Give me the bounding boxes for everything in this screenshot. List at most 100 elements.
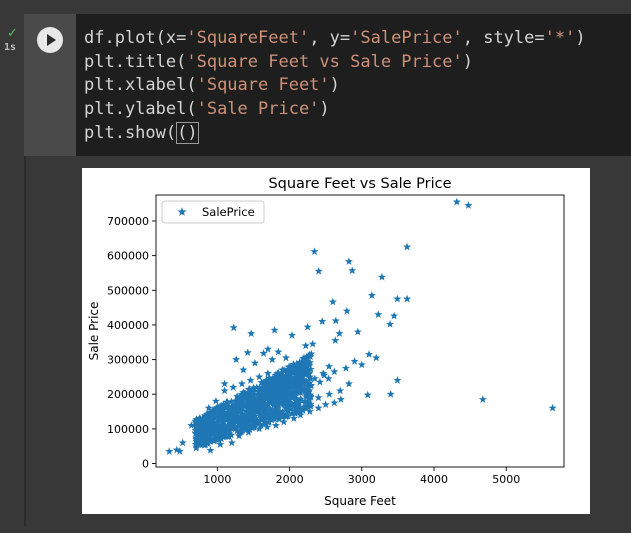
data-point bbox=[344, 379, 353, 388]
code-line: df.plot(x='SquareFeet', y='SalePrice', s… bbox=[84, 28, 586, 51]
play-icon bbox=[47, 34, 56, 46]
y-tick-label: 700000 bbox=[107, 215, 149, 228]
data-point bbox=[342, 306, 351, 315]
data-point bbox=[263, 369, 272, 377]
data-point bbox=[350, 357, 359, 365]
code-token: plt.title( bbox=[84, 51, 187, 72]
data-point bbox=[363, 390, 372, 399]
execution-time: 1s bbox=[4, 42, 17, 53]
data-point bbox=[331, 336, 340, 344]
data-point bbox=[220, 386, 229, 395]
y-axis-label: Sale Price bbox=[87, 302, 101, 361]
data-point bbox=[390, 311, 399, 320]
check-icon: ✓ bbox=[7, 26, 18, 41]
legend-label: SalePrice bbox=[202, 205, 255, 219]
y-tick-label: 200000 bbox=[107, 388, 149, 401]
code-token: plt.ylabel( bbox=[84, 98, 197, 119]
data-point bbox=[314, 267, 323, 275]
code-line: plt.show(() bbox=[84, 122, 199, 145]
data-point bbox=[357, 360, 366, 369]
data-point bbox=[386, 390, 395, 398]
data-point bbox=[403, 294, 412, 303]
data-point bbox=[336, 386, 345, 395]
data-point bbox=[308, 339, 317, 348]
data-point bbox=[220, 379, 229, 388]
data-point bbox=[227, 438, 236, 447]
code-token: , style= bbox=[462, 28, 545, 48]
x-tick-label: 4000 bbox=[420, 473, 448, 486]
string-token: 'Square Feet' bbox=[196, 75, 330, 95]
plot-figure: Square Feet vs Sale Price 1000 2000 3000 400… bbox=[82, 168, 590, 514]
code-token: df.plot(x= bbox=[84, 28, 187, 48]
data-point bbox=[263, 344, 272, 353]
y-tick-label: 600000 bbox=[107, 250, 149, 263]
data-point bbox=[348, 266, 357, 275]
string-token: 'SalePrice' bbox=[350, 28, 463, 48]
data-point bbox=[243, 348, 252, 357]
data-point bbox=[247, 329, 256, 337]
data-point bbox=[268, 355, 277, 363]
data-point bbox=[330, 398, 339, 407]
x-tick-label: 5000 bbox=[492, 473, 520, 486]
code-token: ) bbox=[329, 75, 340, 95]
data-point bbox=[165, 447, 174, 455]
code-token: ) bbox=[319, 98, 330, 119]
cell-gutter: ✓ 1s bbox=[0, 0, 24, 533]
y-tick-label: 300000 bbox=[107, 354, 149, 367]
data-point bbox=[325, 362, 334, 370]
data-point bbox=[229, 323, 238, 332]
code-token: ) bbox=[462, 51, 473, 72]
data-point bbox=[341, 364, 350, 372]
data-point bbox=[301, 341, 310, 350]
data-point bbox=[310, 247, 319, 255]
data-point bbox=[274, 347, 283, 356]
y-tick-label: 100000 bbox=[107, 423, 149, 436]
code-editor[interactable]: df.plot(x='SquareFeet', y='SalePrice', s… bbox=[76, 14, 631, 156]
data-point bbox=[250, 358, 259, 367]
data-point bbox=[452, 197, 461, 206]
data-point bbox=[374, 310, 383, 318]
data-point bbox=[386, 320, 395, 328]
data-point bbox=[303, 322, 312, 331]
data-point bbox=[365, 350, 374, 358]
data-point bbox=[255, 372, 264, 381]
data-point bbox=[314, 403, 323, 412]
data-point bbox=[335, 329, 344, 337]
data-point bbox=[328, 297, 337, 306]
data-point bbox=[393, 294, 402, 303]
code-token: ) bbox=[575, 28, 586, 48]
data-point bbox=[325, 390, 334, 398]
y-tick-label: 400000 bbox=[107, 319, 149, 332]
data-point bbox=[232, 355, 241, 363]
y-tick-label: 0 bbox=[142, 458, 149, 471]
code-line: plt.xlabel('Square Feet') bbox=[84, 75, 340, 98]
data-point bbox=[393, 376, 402, 384]
string-token: 'Sale Price' bbox=[196, 98, 320, 119]
data-point bbox=[318, 317, 327, 325]
x-tick-label: 2000 bbox=[276, 473, 304, 486]
chart-title: Square Feet vs Sale Price bbox=[268, 176, 451, 192]
code-line: plt.ylabel('Sale Price') bbox=[84, 99, 330, 122]
data-point bbox=[211, 396, 220, 405]
notebook-cell: ✓ 1s df.plot(x='SquareFeet', y='SalePric… bbox=[0, 0, 631, 533]
data-point bbox=[403, 242, 412, 251]
string-token: 'SquareFeet' bbox=[186, 28, 310, 48]
run-cell-button[interactable] bbox=[37, 27, 63, 53]
data-point bbox=[321, 400, 330, 409]
data-point bbox=[330, 367, 339, 376]
data-point bbox=[281, 353, 290, 362]
data-point bbox=[478, 395, 487, 403]
scatter-chart: Square Feet vs Sale Price 1000 2000 3000 400… bbox=[87, 176, 565, 508]
code-token: plt.show( bbox=[84, 123, 177, 143]
legend: SalePrice bbox=[161, 200, 265, 224]
code-token: plt.xlabel( bbox=[84, 75, 197, 95]
data-point bbox=[464, 201, 473, 209]
data-point bbox=[548, 403, 557, 412]
code-line: plt.title('Square Feet vs Sale Price') bbox=[84, 52, 473, 75]
data-points bbox=[165, 197, 557, 455]
data-point bbox=[372, 353, 381, 362]
data-point bbox=[178, 438, 187, 447]
data-point bbox=[237, 379, 246, 388]
matched-parens: () bbox=[176, 122, 199, 144]
data-point bbox=[353, 327, 362, 336]
